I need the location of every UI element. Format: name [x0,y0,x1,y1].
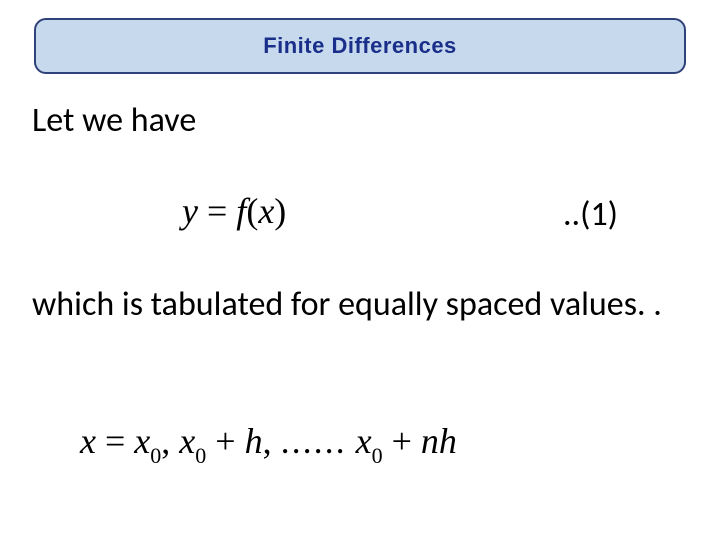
eq2-plus2: + [383,421,421,461]
eq2-x0a: x0 [134,421,161,461]
page-title: Finite Differences [263,33,457,59]
eq1-eqsign: = [198,191,236,231]
eq2-x0c: x0 [356,421,383,461]
title-box: Finite Differences [34,18,686,74]
eq1-arg: x [258,191,274,231]
equation-1: y = f(x) [182,190,286,232]
eq2-x: x [80,421,96,461]
eq2-eq: = [96,421,134,461]
eq2-n: n [421,421,439,461]
eq2-comma1: , [161,421,179,461]
intro-text: Let we have [32,100,196,141]
eq1-close: ) [274,191,286,231]
equation-1-row: y = f(x) ..(1) [32,190,688,238]
eq2-comma2: , [263,421,281,461]
eq1-open: ( [246,191,258,231]
body-text: which is tabulated for equally spaced va… [32,284,672,327]
eq2-dots: ...... [281,421,347,461]
equation-2: x = x0, x0 + h, ...... x0 + nh [80,420,457,467]
eq1-fn: f [236,191,246,231]
equation-1-label: ..(1) [563,194,618,235]
eq1-lhs: y [182,191,198,231]
eq2-plus1: + [206,421,244,461]
eq2-h1: h [245,421,263,461]
eq2-h2: h [439,421,457,461]
eq2-x0b: x0 [179,421,206,461]
